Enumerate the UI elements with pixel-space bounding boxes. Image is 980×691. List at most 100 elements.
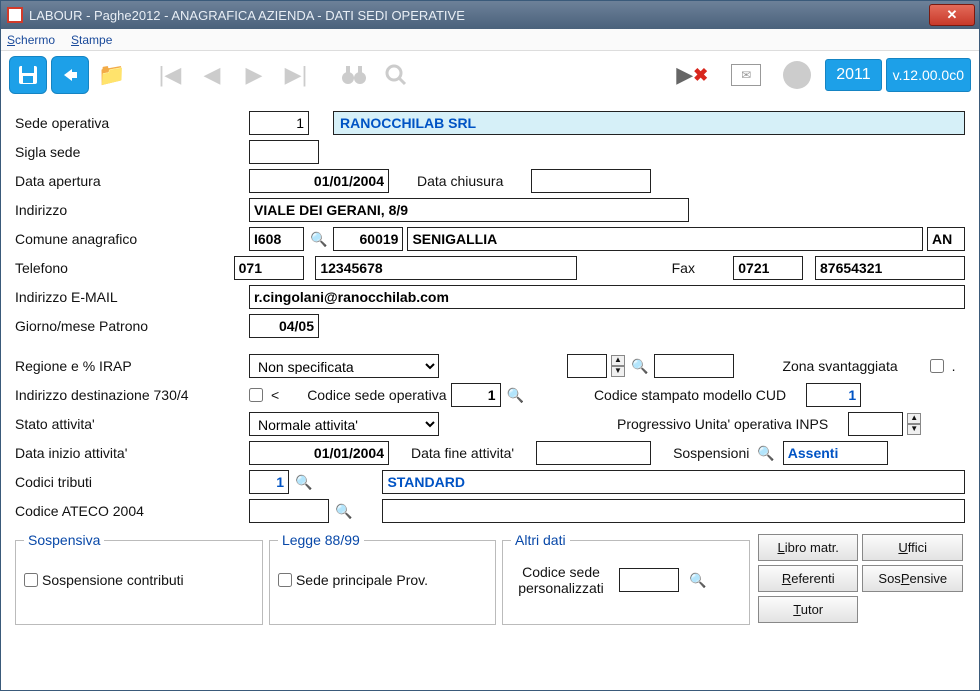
sosp-contributi-row[interactable]: Sospensione contributi	[24, 572, 254, 588]
irap-val-input[interactable]	[654, 354, 734, 378]
progressivo-input[interactable]	[848, 412, 903, 436]
binoculars-icon[interactable]	[335, 56, 373, 94]
legend-legge: Legge 88/99	[278, 532, 364, 548]
lbl-zona: Zona svantaggiata	[782, 358, 897, 374]
save-icon[interactable]	[9, 56, 47, 94]
fax-num-input[interactable]	[815, 256, 965, 280]
sede-nome-field[interactable]: RANOCCHILAB SRL	[333, 111, 965, 135]
back-icon[interactable]	[51, 56, 89, 94]
mail-icon[interactable]: ✉	[727, 56, 765, 94]
binoc-tributi-icon[interactable]: 🔍	[293, 474, 314, 491]
zona-dot: .	[952, 358, 956, 374]
libro-button[interactable]: Libro matr.	[758, 534, 859, 561]
sospensiva-panel: Sospensiva Sospensione contributi	[15, 532, 263, 625]
binoc-sede-icon[interactable]: 🔍	[505, 387, 526, 404]
comune-prov-input[interactable]	[927, 227, 965, 251]
lbl-email: Indirizzo E-MAIL	[15, 289, 245, 305]
indirizzo-input[interactable]	[249, 198, 689, 222]
regione-select[interactable]: Non specificata	[249, 354, 439, 378]
next-icon[interactable]: ▶	[235, 56, 273, 94]
lbl-data-fine: Data fine attivita'	[411, 445, 514, 461]
window-title: LABOUR - Paghe2012 - ANAGRAFICA AZIENDA …	[29, 8, 465, 23]
ateco-desc-input[interactable]	[382, 499, 965, 523]
close-button[interactable]: ✕	[929, 4, 975, 26]
sede-principale-row[interactable]: Sede principale Prov.	[278, 572, 487, 588]
lbl-ateco: Codice ATECO 2004	[15, 503, 245, 519]
comune-nome-input[interactable]	[407, 227, 923, 251]
data-chiusura-input[interactable]	[531, 169, 651, 193]
lbl-sosp-contributi: Sospensione contributi	[42, 572, 184, 588]
toolbar: 📁 |◀ ◀ ▶ ▶| ▶✖ ✉ 2011 v.12.00.0c0	[1, 51, 979, 99]
lbl-progressivo: Progressivo Unita' operativa INPS	[617, 416, 828, 432]
sospensive-button[interactable]: SosPensive	[862, 565, 963, 592]
sosp-contributi-checkbox[interactable]	[24, 573, 38, 587]
data-fine-input[interactable]	[536, 441, 651, 465]
status-circle-icon	[783, 61, 811, 89]
title-bar: LABOUR - Paghe2012 - ANAGRAFICA AZIENDA …	[1, 1, 979, 29]
tutor-button[interactable]: Tutor	[758, 596, 859, 623]
zona-checkbox[interactable]	[930, 359, 944, 373]
progressivo-spinner[interactable]: ▲▼	[907, 413, 921, 435]
button-panel: Libro matr. Uffici Referenti SosPensive …	[756, 532, 965, 625]
lbl-codice-pers: Codice sede personalizzati	[511, 564, 611, 596]
sospensioni-input[interactable]	[783, 441, 888, 465]
codice-pers-input[interactable]	[619, 568, 679, 592]
magnify-sosp-icon[interactable]: 🔍	[753, 445, 778, 462]
lbl-sigla: Sigla sede	[15, 144, 245, 160]
ateco-cod-input[interactable]	[249, 499, 329, 523]
sigla-input[interactable]	[249, 140, 319, 164]
binoc-ateco-icon[interactable]: 🔍	[333, 503, 354, 520]
lbl-data-inizio: Data inizio attivita'	[15, 445, 245, 461]
tel-pref-input[interactable]	[234, 256, 304, 280]
version-indicator: v.12.00.0c0	[886, 58, 971, 92]
tel-num-input[interactable]	[315, 256, 577, 280]
app-icon	[7, 7, 23, 23]
lbl-comune: Comune anagrafico	[15, 231, 245, 247]
lbl-cod-sede-op: Codice sede operativa	[307, 387, 446, 403]
cod-sede-op-input[interactable]	[451, 383, 501, 407]
first-icon[interactable]: |◀	[151, 56, 189, 94]
lbl-stato: Stato attivita'	[15, 416, 245, 432]
lbl-telefono: Telefono	[15, 260, 230, 276]
zoom-icon[interactable]	[377, 56, 415, 94]
data-apertura-input[interactable]	[249, 169, 389, 193]
form-area: Sede operativa RANOCCHILAB SRL Sigla sed…	[1, 99, 979, 690]
tributi-desc-input[interactable]	[382, 470, 965, 494]
last-icon[interactable]: ▶|	[277, 56, 315, 94]
menu-bar: Schermo Stampe	[1, 29, 979, 51]
binoc-codice-pers-icon[interactable]: 🔍	[687, 572, 708, 589]
email-input[interactable]	[249, 285, 965, 309]
altri-dati-panel: Altri dati Codice sede personalizzati 🔍	[502, 532, 750, 625]
irap-pct-input[interactable]	[567, 354, 607, 378]
prev-icon[interactable]: ◀	[193, 56, 231, 94]
irap-spinner[interactable]: ▲▼	[611, 355, 625, 377]
sede-num-input[interactable]	[249, 111, 309, 135]
legend-altri: Altri dati	[511, 532, 570, 548]
lbl-regione: Regione e % IRAP	[15, 358, 245, 374]
cancel-play-icon[interactable]: ▶✖	[673, 56, 711, 94]
patrono-input[interactable]	[249, 314, 319, 338]
menu-stampe[interactable]: Stampe	[71, 33, 112, 47]
binoc-comune-icon[interactable]: 🔍	[308, 231, 329, 248]
menu-schermo[interactable]: Schermo	[7, 33, 55, 47]
fax-pref-input[interactable]	[733, 256, 803, 280]
referenti-button[interactable]: Referenti	[758, 565, 859, 592]
sede-principale-checkbox[interactable]	[278, 573, 292, 587]
lbl-fax: Fax	[660, 260, 707, 276]
lbl-patrono: Giorno/mese Patrono	[15, 318, 245, 334]
cod-cud-input[interactable]	[806, 383, 861, 407]
uffici-button[interactable]: Uffici	[862, 534, 963, 561]
legge88-panel: Legge 88/99 Sede principale Prov.	[269, 532, 496, 625]
year-indicator: 2011	[825, 59, 881, 91]
folder-icon[interactable]: 📁	[93, 56, 131, 94]
comune-cod-input[interactable]	[249, 227, 304, 251]
dest730-checkbox[interactable]	[249, 388, 263, 402]
lbl-indirizzo: Indirizzo	[15, 202, 245, 218]
lbl-sede-operativa: Sede operativa	[15, 115, 245, 131]
stato-select[interactable]: Normale attivita'	[249, 412, 439, 436]
legend-sospensiva: Sospensiva	[24, 532, 104, 548]
tributi-cod-input[interactable]	[249, 470, 289, 494]
data-inizio-input[interactable]	[249, 441, 389, 465]
comune-cap-input[interactable]	[333, 227, 403, 251]
binoc-irap-icon[interactable]: 🔍	[629, 358, 650, 375]
